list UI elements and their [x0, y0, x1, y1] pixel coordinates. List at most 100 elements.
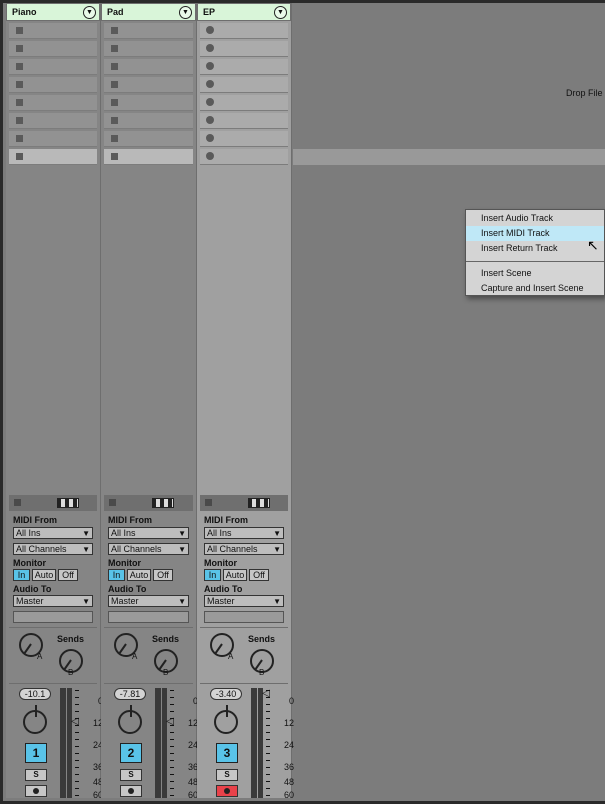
volume-fader-icon[interactable]: ◁: [71, 716, 79, 727]
pan-knob[interactable]: [214, 705, 238, 734]
clip-slot[interactable]: [9, 95, 97, 111]
stop-slot-icon[interactable]: [111, 117, 118, 124]
clip-slot[interactable]: [200, 77, 288, 93]
clip-slot[interactable]: [9, 113, 97, 129]
stop-slot-icon[interactable]: [16, 27, 23, 34]
clip-area-empty[interactable]: [104, 168, 193, 495]
track-menu-chevron-down-icon[interactable]: ▼: [179, 6, 192, 19]
clip-slot[interactable]: [200, 131, 288, 147]
record-slot-icon[interactable]: [206, 152, 214, 160]
stop-slot-icon[interactable]: [111, 81, 118, 88]
stop-clips-icon[interactable]: [109, 499, 116, 506]
solo-button[interactable]: S: [216, 769, 238, 781]
midi-from-select[interactable]: All Ins ▼: [204, 527, 284, 539]
volume-fader-icon[interactable]: ◁: [166, 716, 174, 727]
monitor-in-button[interactable]: In: [13, 569, 30, 581]
clip-slot[interactable]: [200, 23, 288, 39]
stop-slot-icon[interactable]: [16, 45, 23, 52]
stop-slot-icon[interactable]: [16, 99, 23, 106]
volume-display[interactable]: -7.81: [114, 688, 146, 700]
clip-slot[interactable]: [200, 59, 288, 75]
clip-slot[interactable]: [9, 77, 97, 93]
monitor-off-button[interactable]: Off: [58, 569, 78, 581]
clip-slot[interactable]: [200, 149, 288, 165]
monitor-off-button[interactable]: Off: [249, 569, 269, 581]
stop-slot-icon[interactable]: [111, 99, 118, 106]
clip-slot[interactable]: [104, 131, 193, 147]
monitor-in-button[interactable]: In: [108, 569, 125, 581]
clip-slot[interactable]: [104, 149, 193, 165]
record-slot-icon[interactable]: [206, 80, 214, 88]
monitor-off-button[interactable]: Off: [153, 569, 173, 581]
track-pad[interactable]: Pad ▼ MIDI From All Ins ▼ All Channels ▼ M…: [101, 3, 198, 800]
clip-slot[interactable]: [104, 23, 193, 39]
track-ep[interactable]: EP ▼ MIDI From All Ins ▼ All Channels ▼ Mo…: [197, 3, 294, 800]
midi-channel-select[interactable]: All Channels ▼: [108, 543, 189, 555]
stop-slot-icon[interactable]: [16, 81, 23, 88]
arm-record-button[interactable]: [216, 785, 238, 797]
record-slot-icon[interactable]: [206, 44, 214, 52]
menu-item-capture-insert-scene[interactable]: Capture and Insert Scene: [466, 281, 604, 296]
menu-item-insert-return-track[interactable]: Insert Return Track: [466, 241, 604, 256]
pan-knob[interactable]: [23, 705, 47, 734]
audio-to-select[interactable]: Master ▼: [204, 595, 284, 607]
record-slot-icon[interactable]: [206, 116, 214, 124]
clip-slot[interactable]: [104, 113, 193, 129]
menu-item-insert-audio-track[interactable]: Insert Audio Track: [466, 211, 604, 226]
clip-area-empty[interactable]: [200, 168, 288, 495]
clip-slot[interactable]: [9, 131, 97, 147]
output-channel-select[interactable]: [204, 611, 284, 623]
stop-slot-icon[interactable]: [16, 135, 23, 142]
monitor-auto-button[interactable]: Auto: [127, 569, 151, 581]
midi-from-select[interactable]: All Ins ▼: [108, 527, 189, 539]
monitor-in-button[interactable]: In: [204, 569, 221, 581]
track-piano[interactable]: Piano ▼ MIDI From All Ins ▼ All Channels ▼…: [6, 3, 103, 800]
volume-fader-icon[interactable]: ◁: [262, 688, 270, 699]
solo-button[interactable]: S: [25, 769, 47, 781]
stop-clips-icon[interactable]: [14, 499, 21, 506]
audio-to-select[interactable]: Master ▼: [108, 595, 189, 607]
clip-slot[interactable]: [9, 41, 97, 57]
track-header[interactable]: EP ▼: [197, 3, 291, 21]
clip-slot[interactable]: [104, 95, 193, 111]
volume-display[interactable]: -10.1: [19, 688, 51, 700]
clip-slot[interactable]: [104, 77, 193, 93]
clip-slot[interactable]: [9, 149, 97, 165]
pan-knob[interactable]: [118, 705, 142, 734]
stop-slot-icon[interactable]: [111, 153, 118, 160]
midi-channel-select[interactable]: All Channels ▼: [204, 543, 284, 555]
midi-from-select[interactable]: All Ins ▼: [13, 527, 93, 539]
clip-slot[interactable]: [104, 41, 193, 57]
stop-slot-icon[interactable]: [111, 27, 118, 34]
record-slot-icon[interactable]: [206, 134, 214, 142]
stop-slot-icon[interactable]: [111, 45, 118, 52]
record-slot-icon[interactable]: [206, 26, 214, 34]
menu-item-insert-midi-track[interactable]: Insert MIDI Track: [466, 226, 604, 241]
record-slot-icon[interactable]: [206, 98, 214, 106]
clip-area-empty[interactable]: [9, 168, 97, 495]
track-header[interactable]: Piano ▼: [6, 3, 100, 21]
monitor-auto-button[interactable]: Auto: [32, 569, 56, 581]
scene-drop-row[interactable]: [293, 149, 605, 165]
track-activator-button[interactable]: 1: [25, 743, 47, 763]
audio-to-select[interactable]: Master ▼: [13, 595, 93, 607]
clip-slot[interactable]: [200, 41, 288, 57]
track-menu-chevron-down-icon[interactable]: ▼: [83, 6, 96, 19]
stop-slot-icon[interactable]: [111, 63, 118, 70]
clip-slot[interactable]: [200, 113, 288, 129]
solo-button[interactable]: S: [120, 769, 142, 781]
arm-record-button[interactable]: [120, 785, 142, 797]
track-menu-chevron-down-icon[interactable]: ▼: [274, 6, 287, 19]
stop-slot-icon[interactable]: [16, 117, 23, 124]
track-header[interactable]: Pad ▼: [101, 3, 196, 21]
arm-record-button[interactable]: [25, 785, 47, 797]
monitor-auto-button[interactable]: Auto: [223, 569, 247, 581]
track-activator-button[interactable]: 2: [120, 743, 142, 763]
stop-slot-icon[interactable]: [16, 63, 23, 70]
output-channel-select[interactable]: [108, 611, 189, 623]
stop-slot-icon[interactable]: [16, 153, 23, 160]
record-slot-icon[interactable]: [206, 62, 214, 70]
menu-item-insert-scene[interactable]: Insert Scene: [466, 266, 604, 281]
clip-slot[interactable]: [9, 59, 97, 75]
stop-slot-icon[interactable]: [111, 135, 118, 142]
